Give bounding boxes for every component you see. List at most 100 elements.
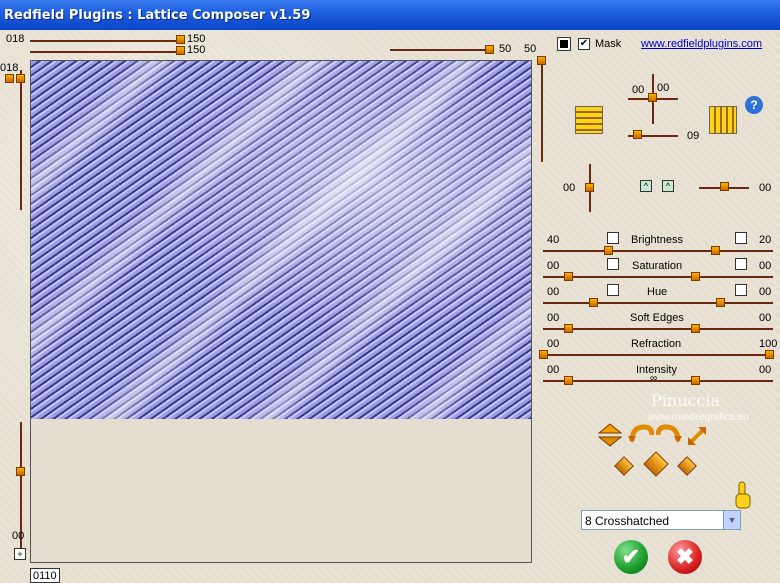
top-left-value: 018 <box>6 33 25 45</box>
saturation-track[interactable] <box>543 276 773 278</box>
intensity-track[interactable] <box>543 380 773 382</box>
left-top-value: 018 <box>0 62 19 74</box>
soft-edges-left-value: 00 <box>547 312 560 324</box>
resize-diagonal-icon[interactable] <box>686 425 708 447</box>
left-slider-a-knob[interactable] <box>5 74 14 83</box>
angle-lower-knob[interactable] <box>633 130 642 139</box>
preview-vertical-slider-track[interactable] <box>541 62 543 162</box>
top-slider-a-knob[interactable] <box>176 35 185 44</box>
mask-label: Mask <box>595 38 622 50</box>
top-right-value-b: 50 <box>524 43 537 55</box>
refraction-left-value: 00 <box>547 338 560 350</box>
shift-right-value: 00 <box>759 182 772 194</box>
hue-label: Hue <box>647 286 668 298</box>
refraction-track[interactable] <box>543 354 773 356</box>
top-right-slider-knob[interactable] <box>485 45 494 54</box>
color-swatch-black[interactable] <box>557 37 571 51</box>
mask-checkbox[interactable]: ✔ <box>578 38 590 50</box>
left-bottom-slider-knob[interactable] <box>16 467 25 476</box>
redfield-link[interactable]: www.redfieldplugins.com <box>641 38 762 50</box>
soft-edges-right-value: 00 <box>759 312 772 324</box>
brightness-knob-right[interactable] <box>711 246 720 255</box>
hue-knob-left[interactable] <box>589 298 598 307</box>
add-icon[interactable]: + <box>14 548 26 560</box>
dice-icon-left[interactable] <box>614 456 634 476</box>
hue-knob-right[interactable] <box>716 298 725 307</box>
intensity-knob-right[interactable] <box>691 376 700 385</box>
brightness-label: Brightness <box>631 234 683 246</box>
flip-vertical-icon[interactable] <box>597 423 623 447</box>
vertical-lines-icon[interactable] <box>709 106 737 134</box>
top-slider-a-track[interactable] <box>30 40 180 42</box>
brightness-knob-left[interactable] <box>604 246 613 255</box>
saturation-knob-left[interactable] <box>564 272 573 281</box>
top-slider-b-track[interactable] <box>30 51 180 53</box>
soft-edges-knob-left[interactable] <box>564 324 573 333</box>
brightness-checkbox-right[interactable] <box>735 232 747 244</box>
soft-edges-label: Soft Edges <box>630 312 684 324</box>
ok-button[interactable]: ✔ <box>614 540 648 574</box>
left-slider-b-knob[interactable] <box>16 74 25 83</box>
refraction-knob-right[interactable] <box>765 350 774 359</box>
saturation-checkbox-left[interactable] <box>607 258 619 270</box>
angle-value-b: 00 <box>657 82 670 94</box>
hue-checkbox-right[interactable] <box>735 284 747 296</box>
pattern-dropdown-value: 8 Crosshatched <box>585 514 670 528</box>
top-slider-b-knob[interactable] <box>176 46 185 55</box>
intensity-knob-left[interactable] <box>564 376 573 385</box>
hue-checkbox-left[interactable] <box>607 284 619 296</box>
dice-icon-center[interactable] <box>643 451 669 477</box>
preview-vertical-slider-knob[interactable] <box>537 56 546 65</box>
saturation-checkbox-right[interactable] <box>735 258 747 270</box>
hue-track[interactable] <box>543 302 773 304</box>
horizontal-lines-icon[interactable] <box>575 106 603 134</box>
hue-right-value: 00 <box>759 286 772 298</box>
link-chain-icon[interactable]: ∞ <box>650 373 657 384</box>
shift-left-value: 00 <box>563 182 576 194</box>
pattern-dropdown[interactable]: 8 Crosshatched ▼ <box>581 510 741 530</box>
shift-vertical-knob[interactable] <box>585 183 594 192</box>
plugin-client-area: 018 150 150 50 50 018 00 + 0110 ✔ Mask w… <box>0 30 780 583</box>
angle-value-a: 00 <box>632 84 645 96</box>
rotate-right-icon[interactable] <box>655 423 682 443</box>
saturation-right-value: 00 <box>759 260 772 272</box>
hue-left-value: 00 <box>547 286 560 298</box>
watermark-name: Pinuccia <box>651 391 721 410</box>
dice-icon-right[interactable] <box>677 456 697 476</box>
saturation-label: Saturation <box>632 260 683 272</box>
brightness-right-value: 20 <box>759 234 772 246</box>
brightness-checkbox-left[interactable] <box>607 232 619 244</box>
status-code-box: 0110 <box>30 568 60 583</box>
title-bar: Redfield Plugins : Lattice Composer v1.5… <box>0 0 780 30</box>
top-right-value-a: 50 <box>499 43 512 55</box>
arrow-up-icon-2[interactable]: ^ <box>662 180 674 192</box>
preview-panel <box>30 60 532 563</box>
saturation-knob-right[interactable] <box>691 272 700 281</box>
arrow-up-icon[interactable]: ^ <box>640 180 652 192</box>
top-right-slider-track[interactable] <box>390 49 490 51</box>
brightness-left-value: 40 <box>547 234 560 246</box>
watermark-site: www.maidiregrafica.eu <box>648 412 749 423</box>
chevron-down-icon[interactable]: ▼ <box>723 511 740 529</box>
brightness-track[interactable] <box>543 250 773 252</box>
top-slider-b-value: 150 <box>187 44 206 56</box>
angle-knob[interactable] <box>648 93 657 102</box>
help-icon[interactable]: ? <box>745 96 763 114</box>
rotate-left-icon[interactable] <box>628 423 655 443</box>
left-slider-b-track[interactable] <box>20 70 22 210</box>
window-title: Redfield Plugins : Lattice Composer v1.5… <box>4 8 311 23</box>
refraction-right-value: 100 <box>759 338 778 350</box>
shift-horizontal-knob[interactable] <box>720 182 729 191</box>
soft-edges-track[interactable] <box>543 328 773 330</box>
angle-value-c: 09 <box>687 130 700 142</box>
intensity-left-value: 00 <box>547 364 560 376</box>
refraction-label: Refraction <box>631 338 682 350</box>
intensity-right-value: 00 <box>759 364 772 376</box>
refraction-knob-left[interactable] <box>539 350 548 359</box>
status-code: 0110 <box>33 570 57 582</box>
lattice-preview-image <box>31 61 531 419</box>
left-bottom-value: 00 <box>12 530 25 542</box>
soft-edges-knob-right[interactable] <box>691 324 700 333</box>
pointing-hand-icon <box>733 480 753 510</box>
cancel-button[interactable]: ✖ <box>668 540 702 574</box>
